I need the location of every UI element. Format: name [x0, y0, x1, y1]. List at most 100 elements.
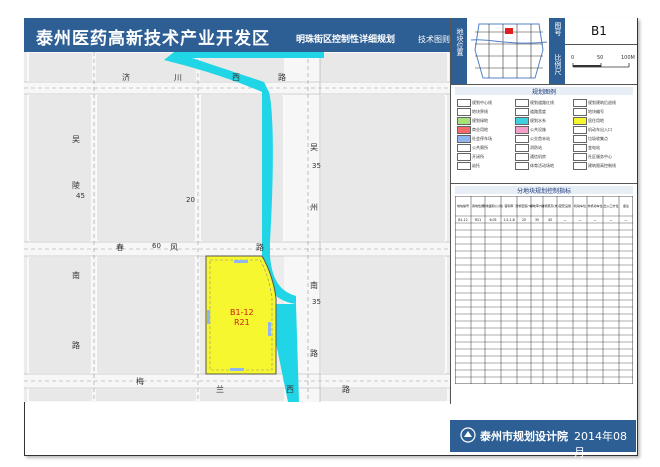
locator-section: 地块位置 图号 比例尺 B1 0 50 100M: [451, 18, 637, 85]
road-name-middle-2: 风: [170, 243, 178, 252]
table-header-cell: 备注: [623, 203, 629, 208]
legend-item-label: 消防站: [530, 145, 542, 150]
drawing-date: 2014年08月: [574, 430, 627, 459]
legend-swatch: [515, 162, 529, 170]
table-cell: 6.05: [489, 218, 496, 222]
table-cell: B1-12: [458, 218, 467, 222]
road-width-label: 20: [186, 196, 195, 204]
legend-swatch: [457, 99, 471, 107]
table-header-cell: 出入口方位: [603, 203, 618, 208]
road-width-label: 35: [312, 298, 321, 306]
legend-item-label: 规划道路红线: [530, 100, 554, 105]
indicator-table: 地块编号 用地性质用地面积(公顷) 容积率 建筑密度(%)绿地率(%)建筑限高(米) 配…: [455, 196, 633, 384]
legend-swatch: [457, 135, 471, 143]
legend-swatch: [515, 153, 529, 161]
legend-swatch: [457, 153, 471, 161]
legend-item-label: 规划绿地: [472, 118, 488, 123]
road-name-west: 吴: [72, 135, 80, 144]
table-title: 分地块规划控制指标: [455, 186, 633, 195]
table-header-cell: 容积率: [504, 203, 513, 208]
table-header-cell: 非机动车位: [587, 203, 602, 208]
scale-bar: 0 50 100M: [565, 45, 637, 84]
legend-item-label: 体育活动场地: [530, 163, 554, 168]
road-width-label: 45: [76, 192, 85, 200]
legend-item-label: 机动车出入口: [588, 127, 612, 132]
legend-swatch: [573, 162, 587, 170]
table-header-cell: 机动车位: [574, 203, 586, 208]
road-name-east-4: 路: [310, 349, 318, 358]
legend-item-label: 规划中心线: [472, 100, 492, 105]
legend-swatch: [457, 108, 471, 116]
legend-item-label: 变电站: [588, 145, 600, 150]
legend-swatch: [573, 144, 587, 152]
legend-swatch: [515, 135, 529, 143]
locator-map: [469, 20, 549, 82]
legend-item-label: 地块编号: [588, 109, 604, 114]
legend-title: 规划图例: [455, 87, 633, 96]
sheet-code: B1: [591, 24, 607, 38]
legend-swatch: [573, 126, 587, 134]
road-name-middle: 春: [116, 243, 124, 252]
locator-label: 地块位置: [456, 28, 464, 56]
locator-label-bar: 地块位置: [451, 18, 467, 84]
road-name-north-4: 路: [278, 73, 286, 82]
road-name-east-2: 州: [310, 203, 318, 212]
road-name-west-2: 陵: [72, 181, 80, 190]
legend-item-label: 规划水系: [530, 118, 546, 123]
legend-swatch: [515, 144, 529, 152]
table-header-cell: 地块编号: [457, 203, 469, 208]
road-name-north: 济: [122, 73, 130, 82]
legend-swatch: [515, 126, 529, 134]
legend-item-label: 商业用地: [472, 127, 488, 132]
road-width-label: 35: [312, 162, 321, 170]
table-frame: [455, 196, 633, 384]
document-subtitle: 明珠街区控制性详细规划: [296, 35, 396, 45]
table-cell: 25: [522, 218, 526, 222]
legend-item-label: 居住用地: [588, 118, 604, 123]
road-name-south-4: 路: [342, 385, 350, 394]
legend-item-label: 通信机房: [530, 154, 546, 159]
road-name-west-4: 路: [72, 341, 80, 350]
legend-swatch: [573, 99, 587, 107]
road-name-north-3: 西: [232, 73, 240, 82]
table-cell: 1.5-1.8: [503, 218, 514, 222]
road-name-south: 梅: [136, 377, 144, 386]
legend-swatch: [457, 162, 471, 170]
legend-item-label: 建筑限高控制线: [588, 163, 616, 168]
table-cell: R21: [475, 218, 481, 222]
legend-item-label: 公交首末站: [530, 136, 550, 141]
legend-item-label: 开闭所: [472, 154, 484, 159]
plan-map[interactable]: 济 川 西 路 春 风 路 梅 兰 西 路 吴 陵 南 路 吴 州 南 路 45…: [24, 52, 450, 402]
road-name-middle-3: 路: [256, 243, 264, 252]
legend-item-label: 公共厕所: [472, 145, 488, 150]
parcel-use: R21: [234, 318, 250, 327]
legend-item-label: 社会停车场: [472, 136, 492, 141]
scale-tick: 50: [597, 55, 604, 61]
road-name-south-3: 西: [286, 385, 294, 394]
legend-swatch: [573, 108, 587, 116]
institute-name: 泰州市规划设计院: [480, 430, 568, 443]
legend-item-label: 规划建筑后退线: [588, 100, 616, 105]
legend-item-label: 地块界线: [472, 109, 488, 114]
title-bar: 泰州医药高新技术产业开发区 明珠街区控制性详细规划 技术图则: [24, 18, 450, 52]
road-width-label: 60: [152, 242, 161, 250]
legend-swatch: [573, 117, 587, 125]
road-name-east-3: 南: [310, 281, 318, 290]
plan-map-svg: [24, 52, 450, 402]
legend-item-label: 公共设施: [530, 127, 546, 132]
road-name-east: 吴: [310, 143, 318, 152]
table-header-cell: 建筑限高(米): [541, 203, 558, 208]
legend-item-label: 垃圾收集点: [588, 136, 608, 141]
road-name-north-2: 川: [174, 73, 182, 82]
road-name-south-2: 兰: [216, 385, 224, 394]
info-panel: 地块位置 图号 比例尺 B1 0 50 100M 规划图例 规划中心线 规划道路…: [450, 18, 637, 404]
legend-swatch: [457, 117, 471, 125]
legend-swatch: [515, 99, 529, 107]
scale-tick: 100M: [621, 55, 635, 61]
parcel-id[interactable]: B1-12: [230, 308, 254, 317]
code-box: B1: [565, 18, 637, 45]
legend-item-label: 社区服务中心: [588, 154, 612, 159]
legend-swatch: [457, 126, 471, 134]
code-label-bar: 图号 比例尺: [549, 18, 565, 84]
legend-swatch: [573, 135, 587, 143]
